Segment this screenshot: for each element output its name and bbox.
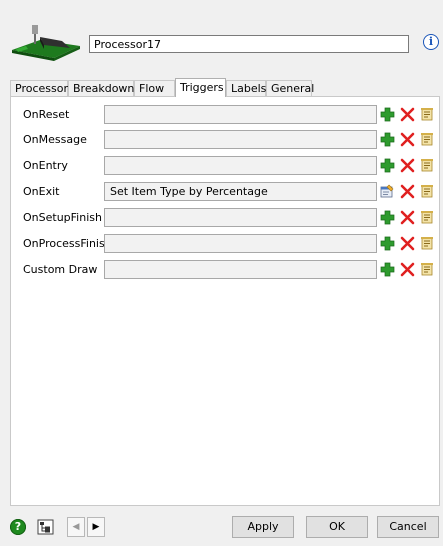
code-edit-icon[interactable] [420, 132, 435, 147]
delete-icon[interactable] [400, 132, 415, 147]
cancel-button[interactable]: Cancel [377, 516, 439, 538]
properties-icon[interactable] [380, 184, 395, 199]
apply-button[interactable]: Apply [232, 516, 294, 538]
tree-icon[interactable] [37, 519, 54, 535]
delete-icon[interactable] [400, 107, 415, 122]
previous-button[interactable]: ◀ [67, 517, 85, 537]
next-button[interactable]: ▶ [87, 517, 105, 537]
tab-bar: Processor Breakdowns Flow Triggers Label… [10, 78, 440, 97]
trigger-row-onmessage: OnMessage [11, 130, 441, 150]
dialog-header: i [0, 0, 443, 76]
trigger-field[interactable] [104, 105, 377, 124]
code-edit-icon[interactable] [420, 210, 435, 225]
tab-labels[interactable]: Labels [226, 80, 266, 96]
ok-button[interactable]: OK [306, 516, 368, 538]
trigger-field[interactable] [104, 260, 377, 279]
trigger-label: OnSetupFinish [23, 211, 102, 224]
code-edit-icon[interactable] [420, 107, 435, 122]
add-icon[interactable] [380, 107, 395, 122]
object-name-input[interactable] [89, 35, 409, 53]
trigger-field[interactable] [104, 130, 377, 149]
trigger-field[interactable]: Set Item Type by Percentage [104, 182, 377, 201]
code-edit-icon[interactable] [420, 236, 435, 251]
trigger-row-onexit: OnExit Set Item Type by Percentage [11, 182, 441, 202]
trigger-label: OnProcessFinish [23, 237, 112, 250]
tab-breakdowns[interactable]: Breakdowns [68, 80, 140, 96]
delete-icon[interactable] [400, 184, 415, 199]
triggers-panel: OnReset OnMessage OnEntry OnExit Set Ite… [10, 96, 440, 506]
tab-triggers[interactable]: Triggers [175, 78, 226, 97]
processor-3d-icon [12, 25, 80, 61]
code-edit-icon[interactable] [420, 158, 435, 173]
trigger-field[interactable] [104, 208, 377, 227]
trigger-label: OnReset [23, 108, 70, 121]
trigger-row-onprocessfinish: OnProcessFinish [11, 234, 441, 254]
trigger-label: OnEntry [23, 159, 68, 172]
add-icon[interactable] [380, 158, 395, 173]
add-icon[interactable] [380, 210, 395, 225]
tab-general[interactable]: General [266, 80, 314, 96]
delete-icon[interactable] [400, 236, 415, 251]
trigger-row-onsetupfinish: OnSetupFinish [11, 208, 441, 228]
delete-icon[interactable] [400, 158, 415, 173]
add-icon[interactable] [380, 132, 395, 147]
trigger-row-customdraw: Custom Draw [11, 260, 441, 280]
trigger-label: Custom Draw [23, 263, 98, 276]
info-icon[interactable]: i [423, 34, 439, 50]
delete-icon[interactable] [400, 262, 415, 277]
code-edit-icon[interactable] [420, 184, 435, 199]
tab-processor[interactable]: Processor [10, 80, 68, 96]
add-icon[interactable] [380, 236, 395, 251]
help-icon[interactable]: ? [10, 519, 26, 535]
trigger-field[interactable] [104, 234, 377, 253]
trigger-row-onreset: OnReset [11, 105, 441, 125]
trigger-field[interactable] [104, 156, 377, 175]
trigger-label: OnMessage [23, 133, 87, 146]
code-edit-icon[interactable] [420, 262, 435, 277]
trigger-row-onentry: OnEntry [11, 156, 441, 176]
tab-flow[interactable]: Flow [134, 80, 175, 96]
delete-icon[interactable] [400, 210, 415, 225]
dialog-footer: ? ◀ ▶ Apply OK Cancel [0, 512, 443, 546]
add-icon[interactable] [380, 262, 395, 277]
trigger-label: OnExit [23, 185, 60, 198]
